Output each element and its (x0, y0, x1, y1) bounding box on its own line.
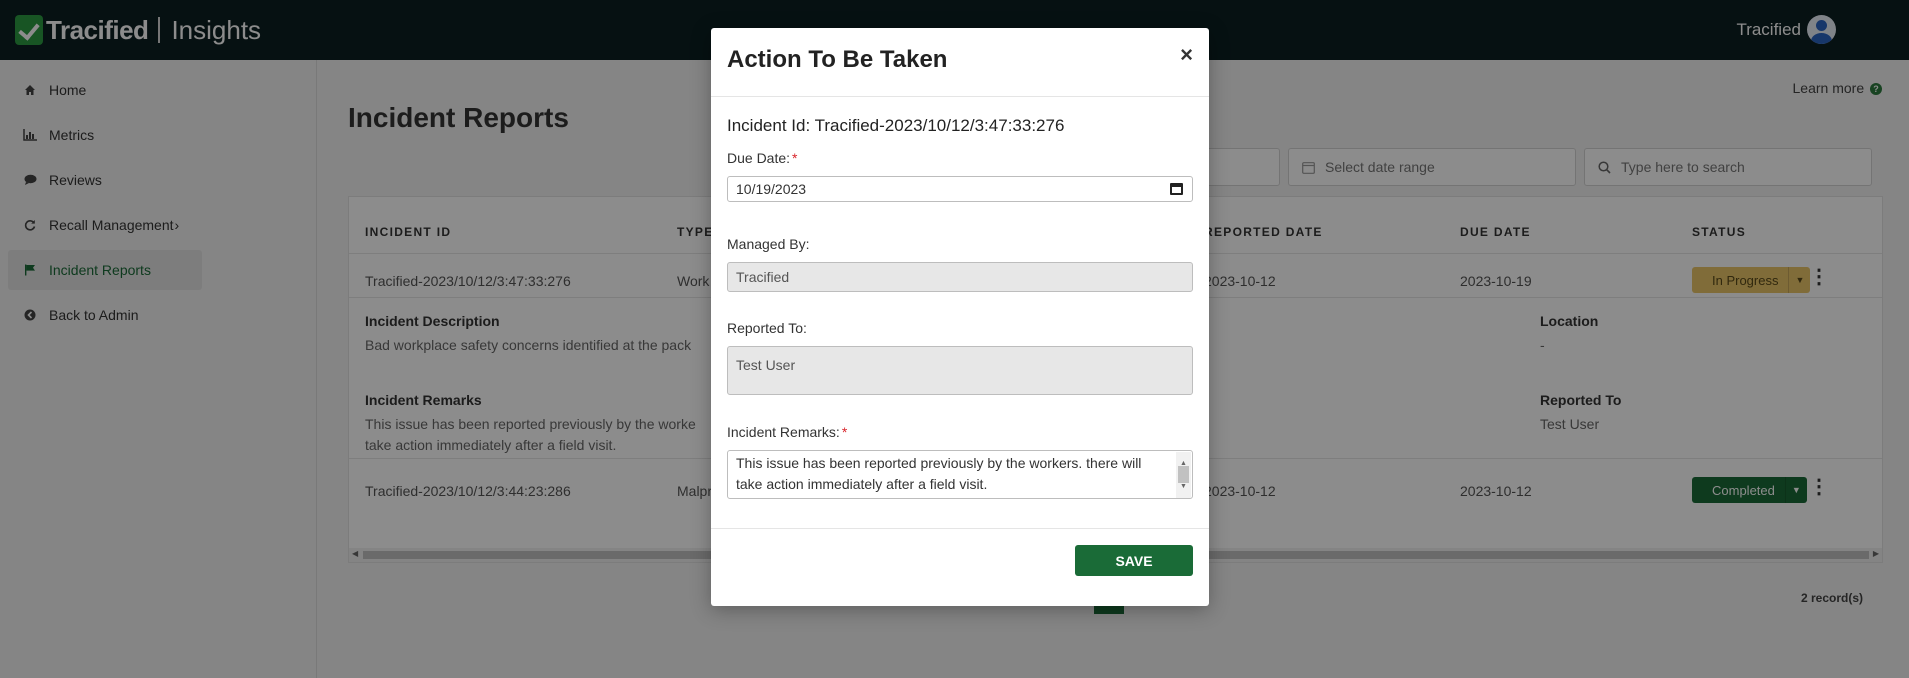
modal-incident-id: Incident Id: Tracified-2023/10/12/3:47:3… (727, 116, 1065, 135)
due-date-label-text: Due Date: (727, 150, 791, 166)
incident-remarks-textarea[interactable]: This issue has been reported previously … (727, 450, 1193, 499)
modal-footer-divider (711, 528, 1209, 529)
managed-by-field: Tracified (727, 262, 1193, 292)
calendar-icon[interactable] (1170, 183, 1183, 195)
modal-header-divider (711, 96, 1209, 97)
incident-remarks-value: This issue has been reported previously … (736, 455, 1142, 492)
close-icon[interactable]: × (1180, 44, 1193, 66)
reported-to-label: Reported To: (727, 320, 807, 336)
due-date-value: 10/19/2023 (736, 181, 807, 197)
textarea-scrollbar[interactable]: ▲ ▼ (1176, 452, 1191, 498)
due-date-label: Due Date: * (727, 150, 798, 166)
managed-by-value: Tracified (736, 269, 790, 285)
action-modal: Action To Be Taken × Incident Id: Tracif… (711, 28, 1209, 606)
incident-remarks-label: Incident Remarks: * (727, 424, 847, 440)
reported-to-value: Test User (736, 357, 796, 373)
required-asterisk: * (841, 424, 848, 440)
reported-to-field: Test User (727, 346, 1193, 395)
required-asterisk: * (792, 150, 798, 166)
incident-remarks-label-text: Incident Remarks: (727, 424, 840, 440)
due-date-input[interactable]: 10/19/2023 (727, 176, 1193, 202)
modal-title: Action To Be Taken (727, 46, 948, 73)
scroll-down-icon[interactable]: ▼ (1180, 476, 1187, 497)
managed-by-label: Managed By: (727, 236, 810, 252)
save-button[interactable]: SAVE (1075, 545, 1193, 576)
